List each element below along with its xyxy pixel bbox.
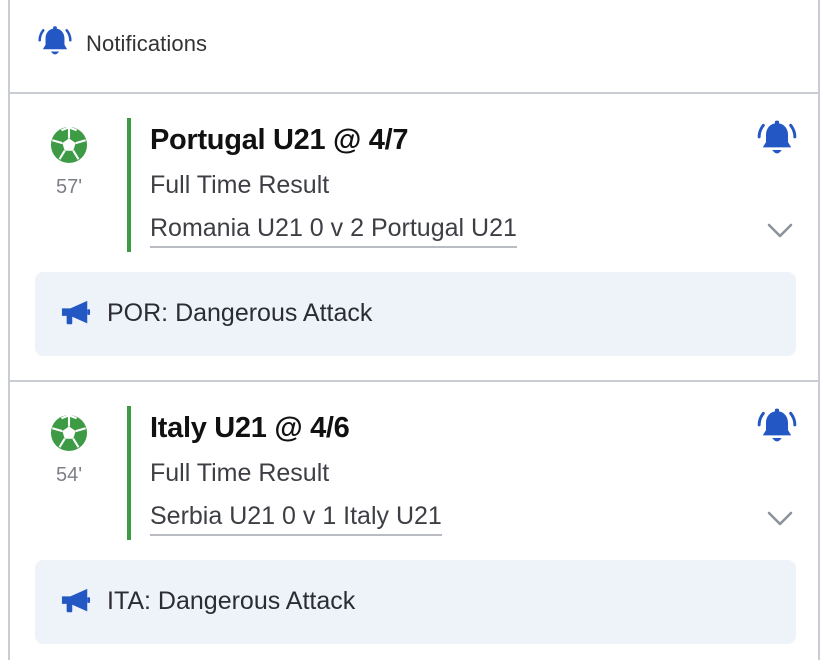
selection-title: Italy U21 @ 4/6: [150, 412, 350, 444]
match-minute: 57': [55, 176, 83, 198]
event-link[interactable]: Serbia U21 0 v 1 Italy U21: [150, 502, 442, 536]
alert-text: POR: Dangerous Attack: [107, 299, 373, 327]
football-icon: [50, 126, 88, 164]
football-icon: [50, 414, 88, 452]
status-bar: [127, 406, 131, 540]
notifications-header: Notifications: [10, 0, 818, 94]
bell-icon: [37, 24, 73, 60]
event-link[interactable]: Romania U21 0 v 2 Portugal U21: [150, 214, 517, 248]
megaphone-icon: [59, 298, 93, 328]
status-bar: [127, 118, 131, 252]
alert-banner: ITA: Dangerous Attack: [35, 560, 796, 644]
bell-toggle-icon[interactable]: [756, 406, 798, 448]
chevron-down-icon[interactable]: [767, 222, 793, 240]
notification-card: 54' Italy U21 @ 4/6 Full Time Result Ser…: [10, 382, 818, 670]
megaphone-icon: [59, 586, 93, 616]
match-minute: 54': [55, 464, 83, 486]
market-name: Full Time Result: [150, 459, 330, 487]
notifications-panel: Notifications 57' Portugal U21 @ 4/7 Ful…: [8, 0, 820, 660]
page-title: Notifications: [86, 31, 208, 56]
alert-text: ITA: Dangerous Attack: [107, 587, 356, 615]
notification-card: 57' Portugal U21 @ 4/7 Full Time Result …: [10, 94, 818, 382]
alert-banner: POR: Dangerous Attack: [35, 272, 796, 356]
bell-toggle-icon[interactable]: [756, 118, 798, 160]
market-name: Full Time Result: [150, 171, 330, 199]
chevron-down-icon[interactable]: [767, 510, 793, 528]
selection-title: Portugal U21 @ 4/7: [150, 124, 409, 156]
